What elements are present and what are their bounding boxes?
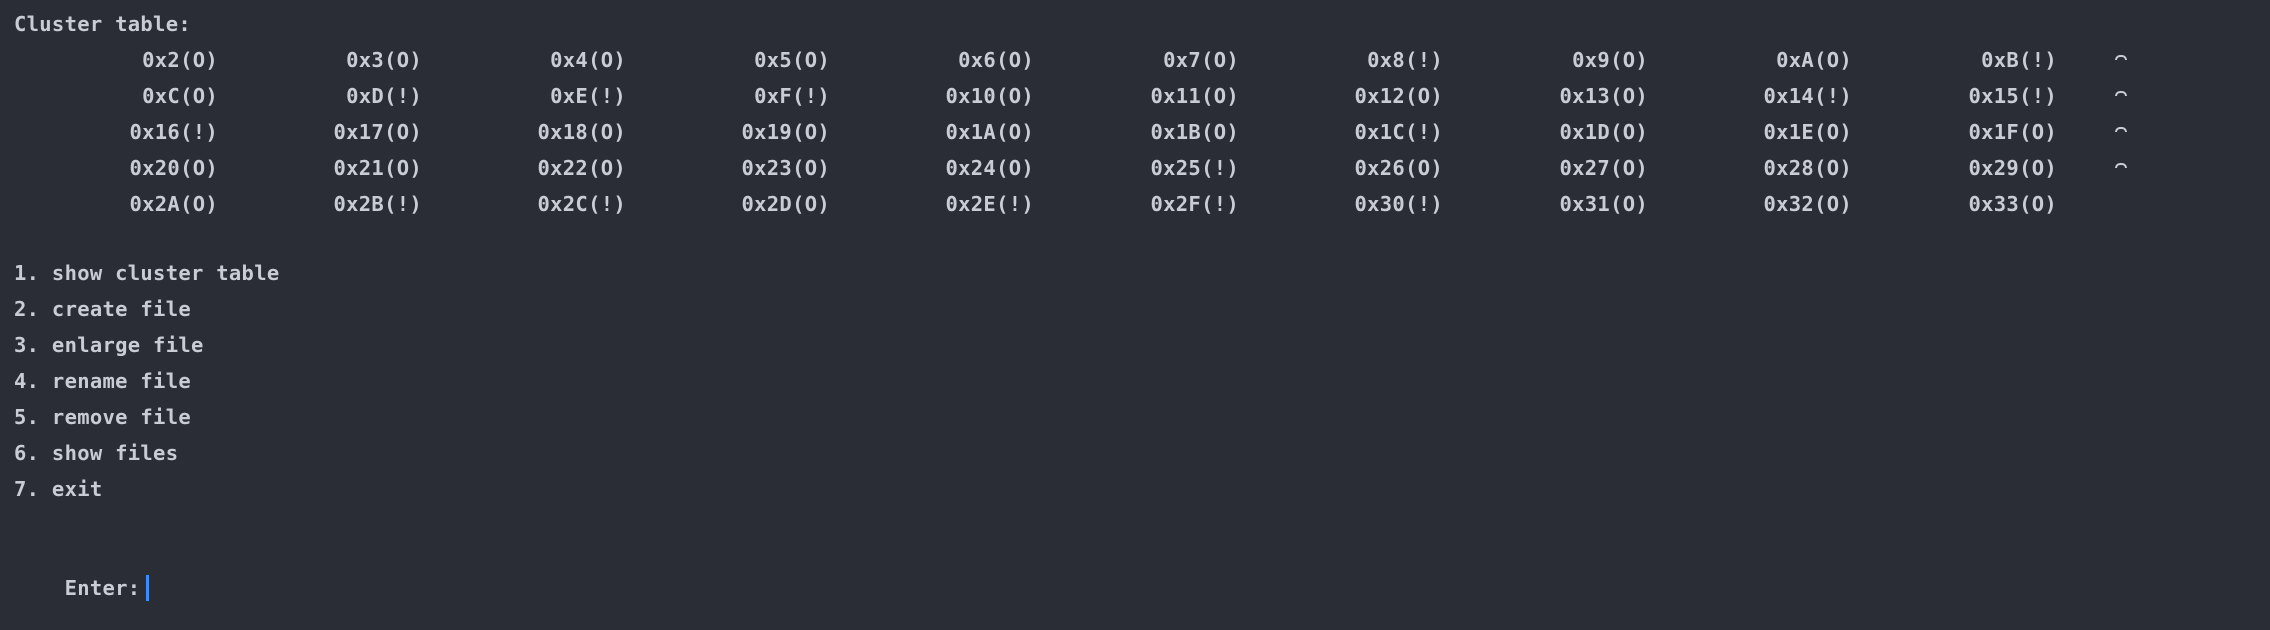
cluster-cell: 0x19(O)	[741, 120, 830, 144]
cluster-cell: 0x1F(O)	[1968, 120, 2057, 144]
cluster-cell: 0x30(!)	[1354, 192, 1443, 216]
cluster-table-title: Cluster table:	[14, 12, 191, 36]
cluster-cell: 0x12(O)	[1354, 84, 1443, 108]
cluster-cell: 0x21(O)	[333, 156, 422, 180]
cluster-cell: 0x7(O)	[1163, 48, 1239, 72]
cluster-cell: 0x27(O)	[1559, 156, 1648, 180]
cluster-cell: 0x2E(!)	[945, 192, 1034, 216]
cluster-cell: 0x26(O)	[1354, 156, 1443, 180]
cluster-cell: 0x2D(O)	[741, 192, 830, 216]
cluster-cell: 0x9(O)	[1572, 48, 1648, 72]
cluster-cell: 0x14(!)	[1763, 84, 1852, 108]
cluster-cell: 0x29(O)	[1968, 156, 2057, 180]
menu-item: 3. enlarge file	[14, 333, 204, 357]
cluster-cell: 0x5(O)	[754, 48, 830, 72]
cluster-cell: 0xD(!)	[346, 84, 422, 108]
terminal-window: Cluster table: 0x2(O) 0x3(O) 0x4(O) 0x5(O) 0…	[0, 0, 2270, 601]
cluster-cell: 0x16(!)	[129, 120, 218, 144]
cluster-cell: 0x6(O)	[958, 48, 1034, 72]
cluster-cell: 0x2F(!)	[1150, 192, 1239, 216]
line-wrap-icon	[2115, 127, 2127, 132]
cluster-cell: 0x3(O)	[346, 48, 422, 72]
cluster-cell: 0xC(O)	[142, 84, 218, 108]
menu-item: 2. create file	[14, 297, 191, 321]
line-wrap-icon	[2115, 55, 2127, 60]
cluster-cell: 0x13(O)	[1559, 84, 1648, 108]
prompt-label: Enter:	[64, 576, 141, 600]
cluster-cell: 0x28(O)	[1763, 156, 1852, 180]
line-wrap-icon	[2115, 91, 2127, 96]
cluster-cell: 0x1E(O)	[1763, 120, 1852, 144]
input-prompt[interactable]: Enter:	[14, 546, 150, 601]
cluster-cell: 0x1D(O)	[1559, 120, 1648, 144]
cluster-cell: 0x11(O)	[1150, 84, 1239, 108]
cluster-cell: 0x1C(!)	[1354, 120, 1443, 144]
cluster-cell: 0x31(O)	[1559, 192, 1648, 216]
cluster-cell: 0xE(!)	[550, 84, 626, 108]
cluster-cell: 0x25(!)	[1150, 156, 1239, 180]
cluster-cell: 0x24(O)	[945, 156, 1034, 180]
cluster-cell: 0x18(O)	[537, 120, 626, 144]
cluster-cell: 0x2C(!)	[537, 192, 626, 216]
cluster-cell: 0xF(!)	[754, 84, 830, 108]
menu-item: 6. show files	[14, 441, 179, 465]
cluster-cell: 0x23(O)	[741, 156, 830, 180]
cluster-cell: 0xB(!)	[1981, 48, 2057, 72]
cluster-cell: 0x22(O)	[537, 156, 626, 180]
cluster-cell: 0x17(O)	[333, 120, 422, 144]
cluster-cell: 0x32(O)	[1763, 192, 1852, 216]
menu-item: 5. remove file	[14, 405, 191, 429]
menu-item: 1. show cluster table	[14, 261, 280, 285]
cluster-cell: 0x4(O)	[550, 48, 626, 72]
cluster-cell: 0x15(!)	[1968, 84, 2057, 108]
text-cursor	[146, 575, 150, 601]
cluster-cell: 0x8(!)	[1367, 48, 1443, 72]
cluster-cell: 0x33(O)	[1968, 192, 2057, 216]
cluster-cell: 0x20(O)	[129, 156, 218, 180]
cluster-cell: 0xA(O)	[1776, 48, 1852, 72]
cluster-cell: 0x2B(!)	[333, 192, 422, 216]
cluster-cell: 0x1B(O)	[1150, 120, 1239, 144]
cluster-cell: 0x2A(O)	[129, 192, 218, 216]
cluster-cell: 0x1A(O)	[945, 120, 1034, 144]
cluster-cell: 0x2(O)	[142, 48, 218, 72]
menu-item: 4. rename file	[14, 369, 191, 393]
line-wrap-icon	[2115, 163, 2127, 168]
menu-item: 7. exit	[14, 477, 103, 501]
cluster-cell: 0x10(O)	[945, 84, 1034, 108]
